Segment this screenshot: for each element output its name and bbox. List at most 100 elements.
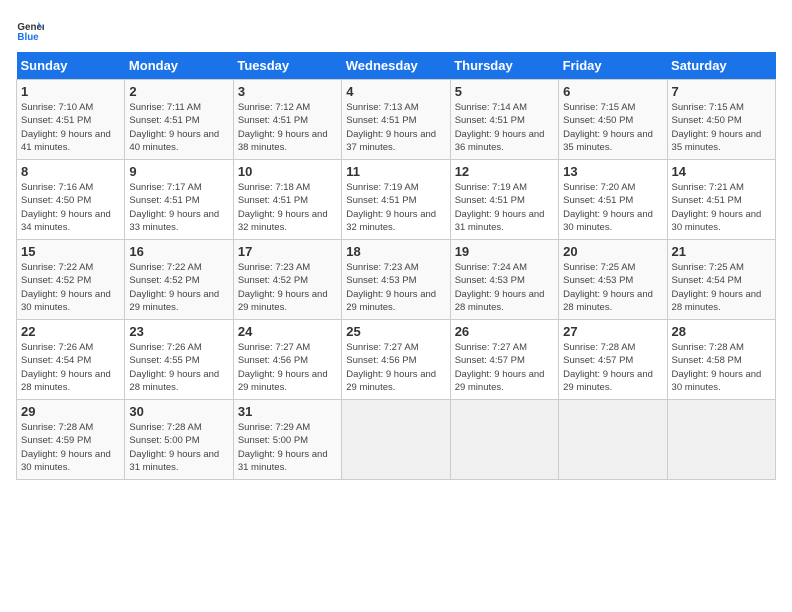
day-number: 22 — [21, 324, 120, 339]
day-info: Sunrise: 7:29 AM Sunset: 5:00 PM Dayligh… — [238, 421, 337, 474]
day-number: 31 — [238, 404, 337, 419]
day-info: Sunrise: 7:15 AM Sunset: 4:50 PM Dayligh… — [672, 101, 771, 154]
calendar-cell: 30 Sunrise: 7:28 AM Sunset: 5:00 PM Dayl… — [125, 400, 233, 480]
day-info: Sunrise: 7:20 AM Sunset: 4:51 PM Dayligh… — [563, 181, 662, 234]
calendar-cell: 28 Sunrise: 7:28 AM Sunset: 4:58 PM Dayl… — [667, 320, 775, 400]
day-info: Sunrise: 7:28 AM Sunset: 4:58 PM Dayligh… — [672, 341, 771, 394]
calendar-cell: 3 Sunrise: 7:12 AM Sunset: 4:51 PM Dayli… — [233, 80, 341, 160]
day-info: Sunrise: 7:25 AM Sunset: 4:54 PM Dayligh… — [672, 261, 771, 314]
day-info: Sunrise: 7:27 AM Sunset: 4:57 PM Dayligh… — [455, 341, 554, 394]
svg-text:Blue: Blue — [17, 32, 39, 43]
calendar-cell: 20 Sunrise: 7:25 AM Sunset: 4:53 PM Dayl… — [559, 240, 667, 320]
day-info: Sunrise: 7:16 AM Sunset: 4:50 PM Dayligh… — [21, 181, 120, 234]
day-number: 26 — [455, 324, 554, 339]
day-info: Sunrise: 7:28 AM Sunset: 5:00 PM Dayligh… — [129, 421, 228, 474]
day-number: 24 — [238, 324, 337, 339]
calendar-cell: 10 Sunrise: 7:18 AM Sunset: 4:51 PM Dayl… — [233, 160, 341, 240]
calendar-cell: 2 Sunrise: 7:11 AM Sunset: 4:51 PM Dayli… — [125, 80, 233, 160]
calendar-cell: 29 Sunrise: 7:28 AM Sunset: 4:59 PM Dayl… — [17, 400, 125, 480]
calendar-cell — [559, 400, 667, 480]
calendar-cell: 27 Sunrise: 7:28 AM Sunset: 4:57 PM Dayl… — [559, 320, 667, 400]
calendar-cell: 8 Sunrise: 7:16 AM Sunset: 4:50 PM Dayli… — [17, 160, 125, 240]
day-info: Sunrise: 7:25 AM Sunset: 4:53 PM Dayligh… — [563, 261, 662, 314]
calendar-cell — [667, 400, 775, 480]
day-number: 19 — [455, 244, 554, 259]
day-number: 2 — [129, 84, 228, 99]
calendar-cell: 16 Sunrise: 7:22 AM Sunset: 4:52 PM Dayl… — [125, 240, 233, 320]
day-number: 13 — [563, 164, 662, 179]
calendar-week-5: 29 Sunrise: 7:28 AM Sunset: 4:59 PM Dayl… — [17, 400, 776, 480]
calendar-cell: 25 Sunrise: 7:27 AM Sunset: 4:56 PM Dayl… — [342, 320, 450, 400]
day-info: Sunrise: 7:24 AM Sunset: 4:53 PM Dayligh… — [455, 261, 554, 314]
weekday-header-sunday: Sunday — [17, 52, 125, 80]
day-info: Sunrise: 7:19 AM Sunset: 4:51 PM Dayligh… — [455, 181, 554, 234]
day-number: 28 — [672, 324, 771, 339]
day-number: 4 — [346, 84, 445, 99]
day-info: Sunrise: 7:18 AM Sunset: 4:51 PM Dayligh… — [238, 181, 337, 234]
day-number: 16 — [129, 244, 228, 259]
day-number: 6 — [563, 84, 662, 99]
day-number: 17 — [238, 244, 337, 259]
day-number: 25 — [346, 324, 445, 339]
calendar-cell: 14 Sunrise: 7:21 AM Sunset: 4:51 PM Dayl… — [667, 160, 775, 240]
day-info: Sunrise: 7:22 AM Sunset: 4:52 PM Dayligh… — [129, 261, 228, 314]
calendar-week-4: 22 Sunrise: 7:26 AM Sunset: 4:54 PM Dayl… — [17, 320, 776, 400]
calendar-cell: 17 Sunrise: 7:23 AM Sunset: 4:52 PM Dayl… — [233, 240, 341, 320]
day-number: 11 — [346, 164, 445, 179]
day-info: Sunrise: 7:19 AM Sunset: 4:51 PM Dayligh… — [346, 181, 445, 234]
calendar-cell: 13 Sunrise: 7:20 AM Sunset: 4:51 PM Dayl… — [559, 160, 667, 240]
calendar-cell: 5 Sunrise: 7:14 AM Sunset: 4:51 PM Dayli… — [450, 80, 558, 160]
day-number: 8 — [21, 164, 120, 179]
calendar-table: SundayMondayTuesdayWednesdayThursdayFrid… — [16, 52, 776, 480]
weekday-header-tuesday: Tuesday — [233, 52, 341, 80]
day-number: 30 — [129, 404, 228, 419]
calendar-cell: 21 Sunrise: 7:25 AM Sunset: 4:54 PM Dayl… — [667, 240, 775, 320]
day-number: 3 — [238, 84, 337, 99]
day-info: Sunrise: 7:17 AM Sunset: 4:51 PM Dayligh… — [129, 181, 228, 234]
calendar-cell — [342, 400, 450, 480]
day-info: Sunrise: 7:27 AM Sunset: 4:56 PM Dayligh… — [346, 341, 445, 394]
page-header: General Blue — [16, 16, 776, 44]
calendar-week-1: 1 Sunrise: 7:10 AM Sunset: 4:51 PM Dayli… — [17, 80, 776, 160]
calendar-week-2: 8 Sunrise: 7:16 AM Sunset: 4:50 PM Dayli… — [17, 160, 776, 240]
day-number: 27 — [563, 324, 662, 339]
day-info: Sunrise: 7:27 AM Sunset: 4:56 PM Dayligh… — [238, 341, 337, 394]
day-number: 10 — [238, 164, 337, 179]
day-number: 1 — [21, 84, 120, 99]
day-number: 23 — [129, 324, 228, 339]
calendar-cell — [450, 400, 558, 480]
calendar-cell: 22 Sunrise: 7:26 AM Sunset: 4:54 PM Dayl… — [17, 320, 125, 400]
day-number: 7 — [672, 84, 771, 99]
calendar-cell: 18 Sunrise: 7:23 AM Sunset: 4:53 PM Dayl… — [342, 240, 450, 320]
calendar-cell: 4 Sunrise: 7:13 AM Sunset: 4:51 PM Dayli… — [342, 80, 450, 160]
calendar-week-3: 15 Sunrise: 7:22 AM Sunset: 4:52 PM Dayl… — [17, 240, 776, 320]
day-info: Sunrise: 7:28 AM Sunset: 4:59 PM Dayligh… — [21, 421, 120, 474]
day-info: Sunrise: 7:14 AM Sunset: 4:51 PM Dayligh… — [455, 101, 554, 154]
weekday-header-saturday: Saturday — [667, 52, 775, 80]
day-number: 12 — [455, 164, 554, 179]
calendar-cell: 31 Sunrise: 7:29 AM Sunset: 5:00 PM Dayl… — [233, 400, 341, 480]
day-info: Sunrise: 7:28 AM Sunset: 4:57 PM Dayligh… — [563, 341, 662, 394]
day-info: Sunrise: 7:15 AM Sunset: 4:50 PM Dayligh… — [563, 101, 662, 154]
calendar-cell: 7 Sunrise: 7:15 AM Sunset: 4:50 PM Dayli… — [667, 80, 775, 160]
day-number: 9 — [129, 164, 228, 179]
calendar-cell: 9 Sunrise: 7:17 AM Sunset: 4:51 PM Dayli… — [125, 160, 233, 240]
weekday-header-friday: Friday — [559, 52, 667, 80]
day-info: Sunrise: 7:13 AM Sunset: 4:51 PM Dayligh… — [346, 101, 445, 154]
calendar-cell: 1 Sunrise: 7:10 AM Sunset: 4:51 PM Dayli… — [17, 80, 125, 160]
calendar-cell: 15 Sunrise: 7:22 AM Sunset: 4:52 PM Dayl… — [17, 240, 125, 320]
day-info: Sunrise: 7:21 AM Sunset: 4:51 PM Dayligh… — [672, 181, 771, 234]
day-number: 14 — [672, 164, 771, 179]
weekday-header-thursday: Thursday — [450, 52, 558, 80]
calendar-cell: 24 Sunrise: 7:27 AM Sunset: 4:56 PM Dayl… — [233, 320, 341, 400]
day-info: Sunrise: 7:26 AM Sunset: 4:54 PM Dayligh… — [21, 341, 120, 394]
day-number: 5 — [455, 84, 554, 99]
day-number: 20 — [563, 244, 662, 259]
day-info: Sunrise: 7:11 AM Sunset: 4:51 PM Dayligh… — [129, 101, 228, 154]
day-number: 29 — [21, 404, 120, 419]
day-number: 15 — [21, 244, 120, 259]
calendar-cell: 6 Sunrise: 7:15 AM Sunset: 4:50 PM Dayli… — [559, 80, 667, 160]
day-info: Sunrise: 7:26 AM Sunset: 4:55 PM Dayligh… — [129, 341, 228, 394]
calendar-cell: 26 Sunrise: 7:27 AM Sunset: 4:57 PM Dayl… — [450, 320, 558, 400]
day-info: Sunrise: 7:22 AM Sunset: 4:52 PM Dayligh… — [21, 261, 120, 314]
